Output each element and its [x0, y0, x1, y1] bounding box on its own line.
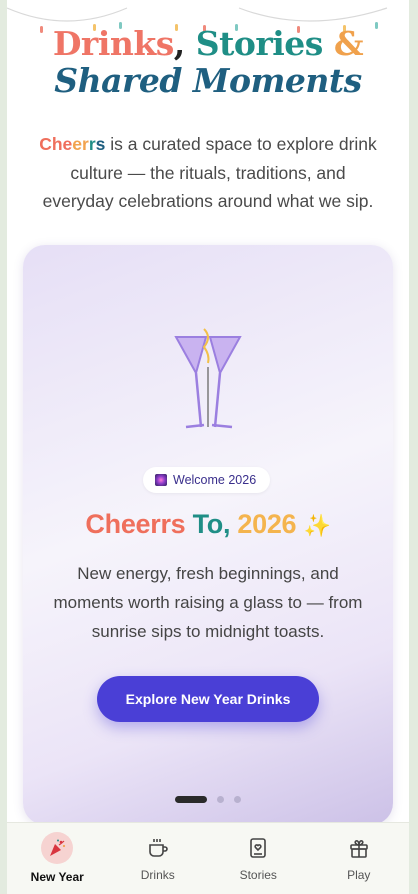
explore-new-year-drinks-button[interactable]: Explore New Year Drinks	[97, 676, 319, 722]
tab-play[interactable]: Play	[309, 823, 410, 894]
heading-to: To,	[192, 509, 231, 539]
cocktail-glasses-icon	[174, 328, 242, 429]
hero-comma: ,	[173, 24, 186, 63]
hero-word-stories: Stories	[195, 24, 324, 63]
carousel-dot-1[interactable]	[175, 796, 207, 803]
gift-icon	[345, 834, 373, 862]
welcome-badge: Welcome 2026	[143, 467, 271, 493]
carousel-slide-card[interactable]: Welcome 2026 Cheerrs To, 2026 ✨ New ener…	[23, 245, 393, 825]
page: Drinks, Stories & Shared Moments Cheerrs…	[7, 0, 409, 894]
party-popper-icon	[41, 832, 74, 864]
coffee-cup-icon	[144, 834, 172, 862]
tab-label-new-year: New Year	[30, 870, 84, 884]
book-heart-icon	[244, 834, 272, 862]
tab-new-year[interactable]: New Year	[7, 823, 108, 894]
sparkles-icon: ✨	[303, 513, 331, 538]
slide-body: New energy, fresh beginnings, and moment…	[53, 564, 363, 641]
heading-year: 2026	[237, 509, 297, 539]
carousel-pagination	[23, 796, 393, 803]
hero-line2: Shared Moments	[54, 60, 362, 100]
carousel-dot-3[interactable]	[234, 796, 241, 803]
tab-label-play: Play	[347, 868, 371, 882]
hero-ampersand: &	[333, 24, 364, 63]
carousel-dot-2[interactable]	[217, 796, 224, 803]
hero-word-drinks: Drinks	[52, 24, 174, 63]
welcome-badge-label: Welcome 2026	[173, 473, 257, 487]
tab-stories[interactable]: Stories	[208, 823, 309, 894]
tab-label-drinks: Drinks	[140, 868, 175, 882]
slide-heading: Cheerrs To, 2026 ✨	[23, 509, 393, 540]
bottom-tab-bar: New Year Drinks Stories Play	[7, 822, 409, 894]
intro-text: Cheerrs is a curated space to explore dr…	[35, 130, 381, 216]
hero-title: Drinks, Stories & Shared Moments	[7, 24, 409, 100]
heading-cheerrs: Cheerrs	[85, 509, 186, 539]
tab-drinks[interactable]: Drinks	[108, 823, 209, 894]
fireworks-icon	[155, 474, 167, 486]
brand-name: Cheerrs	[39, 134, 106, 154]
tab-label-stories: Stories	[239, 868, 277, 882]
